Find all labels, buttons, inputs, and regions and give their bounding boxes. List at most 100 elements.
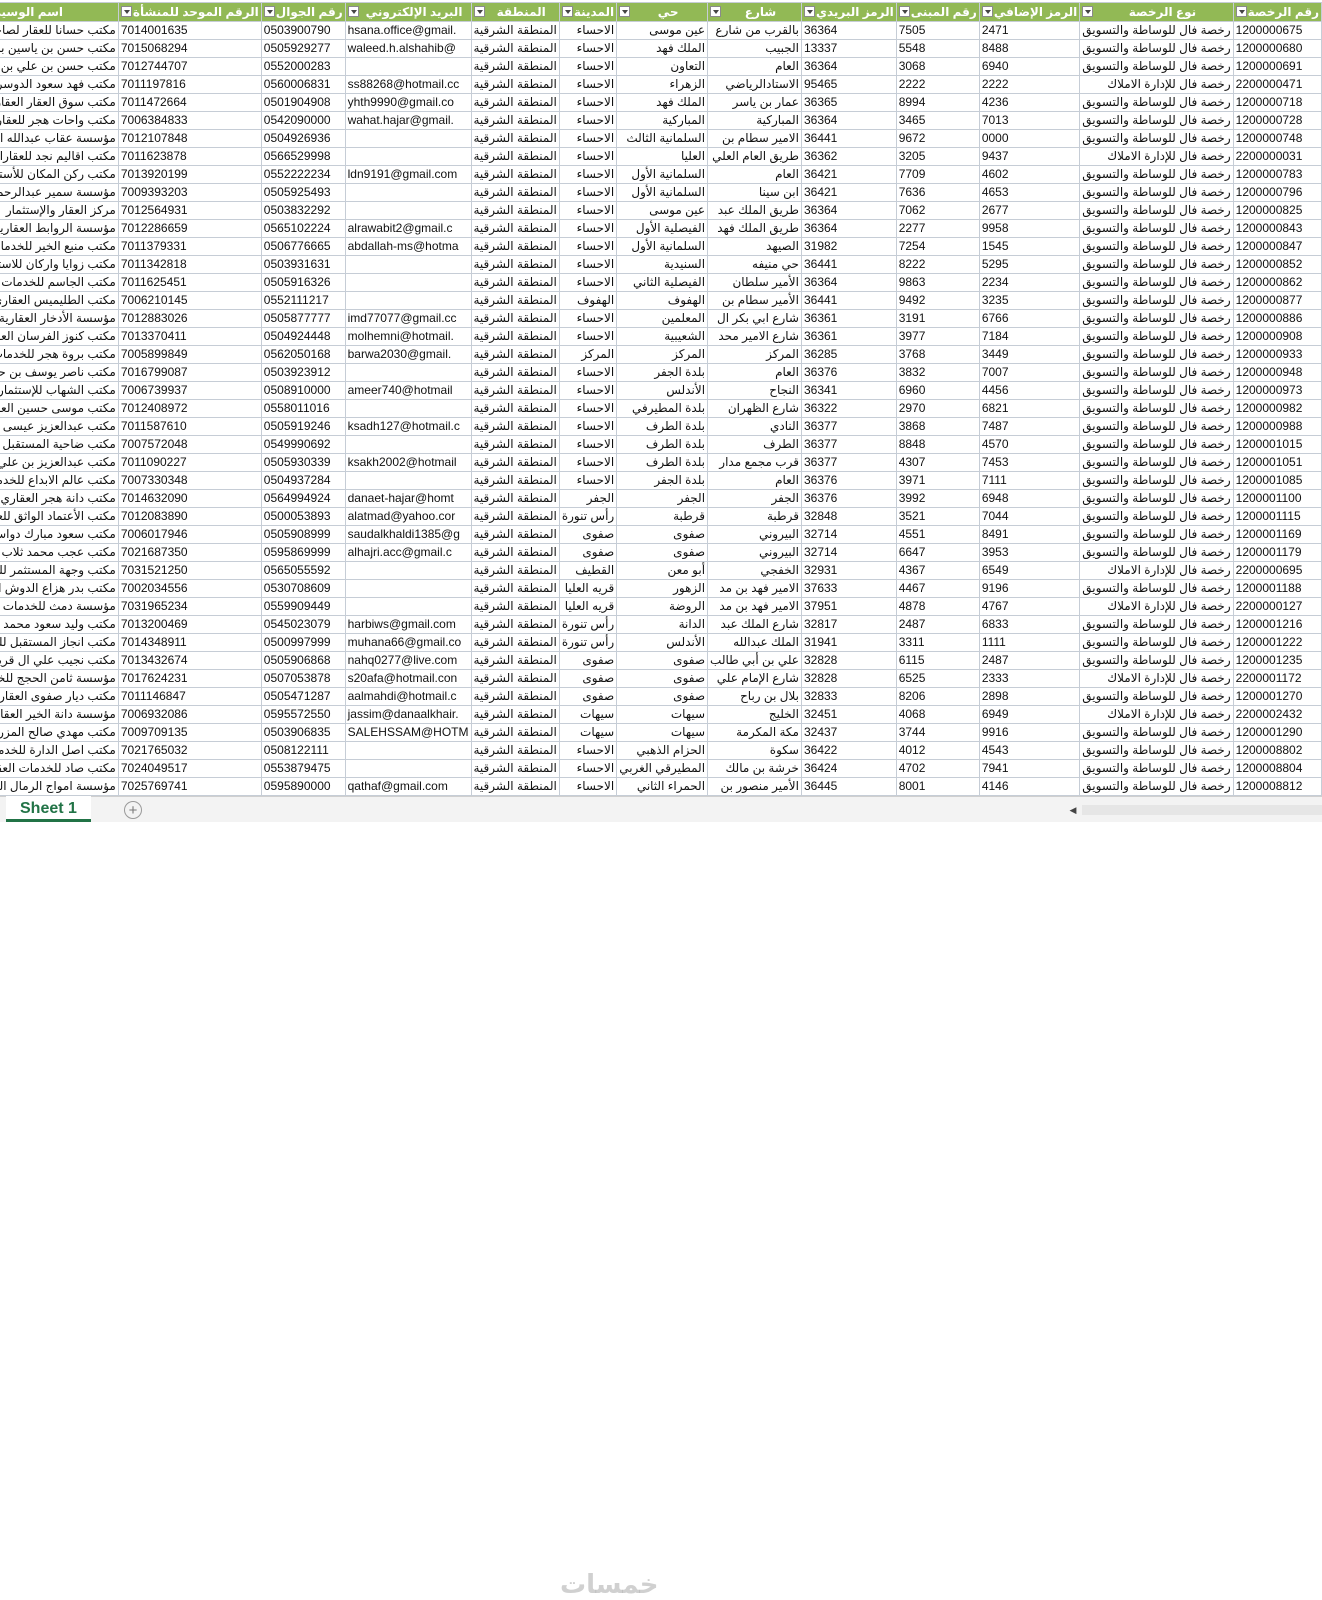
table-cell[interactable]: المباركية [707, 111, 802, 130]
table-cell[interactable]: 0545023079 [260, 615, 346, 634]
table-cell[interactable]: الخفجي [707, 561, 802, 580]
table-cell[interactable]: 7941 [978, 759, 1081, 778]
table-cell[interactable]: الاحساء [558, 435, 618, 454]
table-cell[interactable]: 1200000982 [1232, 399, 1322, 418]
table-cell[interactable]: 7012286659 [117, 219, 262, 238]
table-cell[interactable]: 1200001100 [1232, 489, 1322, 508]
table-cell[interactable]: 2200001172 [1232, 669, 1322, 688]
table-cell[interactable] [344, 201, 472, 220]
table-cell[interactable]: الزهور [616, 579, 709, 598]
table-cell[interactable]: حي منيفه [707, 255, 802, 274]
table-cell[interactable]: 2200000695 [1232, 561, 1322, 580]
table-cell[interactable]: رخصة فال للوساطة والتسويق [1079, 579, 1234, 598]
table-cell[interactable]: 1200000908 [1232, 327, 1322, 346]
table-cell[interactable]: 1200000847 [1232, 237, 1322, 256]
table-cell[interactable]: 36362 [800, 147, 897, 166]
column-header[interactable]: رقم المبنى [895, 2, 980, 22]
table-cell[interactable]: hsana.office@gmail. [344, 21, 472, 40]
table-cell[interactable]: 0000 [978, 129, 1081, 148]
table-cell[interactable]: s20afa@hotmail.con [344, 669, 472, 688]
table-cell[interactable]: رخصة فال للوساطة والتسويق [1079, 111, 1234, 130]
table-cell[interactable]: قرطبة [616, 507, 709, 526]
table-cell[interactable]: المنطقة الشرقية [470, 525, 560, 544]
table-cell[interactable]: ksakh2002@hotmail [344, 453, 472, 472]
table-cell[interactable]: 2234 [978, 273, 1081, 292]
table-cell[interactable]: مكتب حسانا للعقار لصاحبه متعب يو [0, 21, 119, 40]
table-cell[interactable]: 1200008802 [1232, 741, 1322, 760]
table-cell[interactable]: 7024049517 [117, 759, 262, 778]
table-cell[interactable] [344, 291, 472, 310]
table-cell[interactable]: saudalkhaldi1385@g [344, 525, 472, 544]
table-cell[interactable]: 7012107848 [117, 129, 262, 148]
horizontal-scrollbar[interactable]: ◀ [1066, 801, 1322, 819]
table-cell[interactable]: 3449 [978, 345, 1081, 364]
table-cell[interactable]: 7013370411 [117, 327, 262, 346]
table-cell[interactable]: 7011623878 [117, 147, 262, 166]
table-cell[interactable]: 1200000675 [1232, 21, 1322, 40]
table-cell[interactable]: رخصة فال للوساطة والتسويق [1079, 201, 1234, 220]
table-cell[interactable]: المنطقة الشرقية [470, 597, 560, 616]
table-cell[interactable]: مكتب ضاحية المستقبل للخدمات العق [0, 435, 119, 454]
table-cell[interactable]: قرطبة [707, 507, 802, 526]
table-cell[interactable]: 0505925493 [260, 183, 346, 202]
table-cell[interactable]: 0503931631 [260, 255, 346, 274]
table-cell[interactable]: 1200001051 [1232, 453, 1322, 472]
table-cell[interactable]: المنطقة الشرقية [470, 309, 560, 328]
table-cell[interactable]: المنطقة الشرقية [470, 147, 560, 166]
table-cell[interactable]: 36364 [800, 219, 897, 238]
table-cell[interactable]: danaet-hajar@homt [344, 489, 472, 508]
table-cell[interactable]: 0504924448 [260, 327, 346, 346]
table-cell[interactable]: 32817 [800, 615, 897, 634]
table-cell[interactable]: المنطقة الشرقية [470, 777, 560, 796]
table-cell[interactable]: الحمراء الثاني [616, 777, 709, 796]
table-cell[interactable]: طريق الملك عبد [707, 201, 802, 220]
table-cell[interactable]: الصيهد [707, 237, 802, 256]
table-cell[interactable]: رخصة فال للوساطة والتسويق [1079, 381, 1234, 400]
table-cell[interactable]: 4146 [978, 777, 1081, 796]
table-cell[interactable]: مكتب منبع الخير للخدمات العقارية [0, 237, 119, 256]
table-cell[interactable]: المنطقة الشرقية [470, 57, 560, 76]
table-cell[interactable]: شارع الامير محد [707, 327, 802, 346]
table-cell[interactable]: المنطقة الشرقية [470, 21, 560, 40]
table-cell[interactable]: 0530708609 [260, 579, 346, 598]
table-cell[interactable]: المنطقة الشرقية [470, 705, 560, 724]
table-cell[interactable]: 1200008812 [1232, 777, 1322, 796]
table-cell[interactable]: ss88268@hotmail.cc [344, 75, 472, 94]
table-cell[interactable]: المنطقة الشرقية [470, 363, 560, 382]
table-cell[interactable]: قريه العليا [558, 579, 618, 598]
column-header[interactable]: البريد الإلكتروني [344, 2, 472, 22]
table-cell[interactable]: الامير فهد بن مد [707, 579, 802, 598]
table-cell[interactable]: المنطقة الشرقية [470, 543, 560, 562]
table-cell[interactable]: سيهات [558, 705, 618, 724]
table-cell[interactable]: 1200000933 [1232, 345, 1322, 364]
table-cell[interactable]: رخصة فال للوساطة والتسويق [1079, 309, 1234, 328]
table-cell[interactable]: رخصة فال للوساطة والتسويق [1079, 417, 1234, 436]
column-header[interactable]: اسم الوسيط [0, 2, 119, 22]
table-cell[interactable]: الملك فهد [616, 93, 709, 112]
table-cell[interactable]: رأس تنورة [558, 633, 618, 652]
table-cell[interactable]: رخصة فال للوساطة والتسويق [1079, 327, 1234, 346]
table-cell[interactable]: 0560006831 [260, 75, 346, 94]
table-cell[interactable]: 7009709135 [117, 723, 262, 742]
table-cell[interactable]: رخصة فال للوساطة والتسويق [1079, 291, 1234, 310]
table-cell[interactable]: 3465 [895, 111, 980, 130]
table-cell[interactable]: 2970 [895, 399, 980, 418]
table-cell[interactable]: 4653 [978, 183, 1081, 202]
table-cell[interactable]: الاحساء [558, 363, 618, 382]
table-cell[interactable]: رخصة فال للوساطة والتسويق [1079, 525, 1234, 544]
table-cell[interactable]: مكتب ناصر يوسف بن حسن العباد للـ [0, 363, 119, 382]
table-cell[interactable]: 7021687350 [117, 543, 262, 562]
table-cell[interactable]: الاحساء [558, 309, 618, 328]
table-cell[interactable]: المنطقة الشرقية [470, 219, 560, 238]
table-cell[interactable]: 36422 [800, 741, 897, 760]
table-cell[interactable]: 1200000680 [1232, 39, 1322, 58]
table-cell[interactable]: العام [707, 165, 802, 184]
table-cell[interactable]: 9492 [895, 291, 980, 310]
table-cell[interactable]: 0542090000 [260, 111, 346, 130]
table-cell[interactable]: 13337 [800, 39, 897, 58]
table-cell[interactable]: 7031521250 [117, 561, 262, 580]
table-cell[interactable]: wahat.hajar@gmail. [344, 111, 472, 130]
table-cell[interactable]: 32714 [800, 525, 897, 544]
table-cell[interactable]: 7006017946 [117, 525, 262, 544]
table-cell[interactable]: رخصة فال للوساطة والتسويق [1079, 273, 1234, 292]
